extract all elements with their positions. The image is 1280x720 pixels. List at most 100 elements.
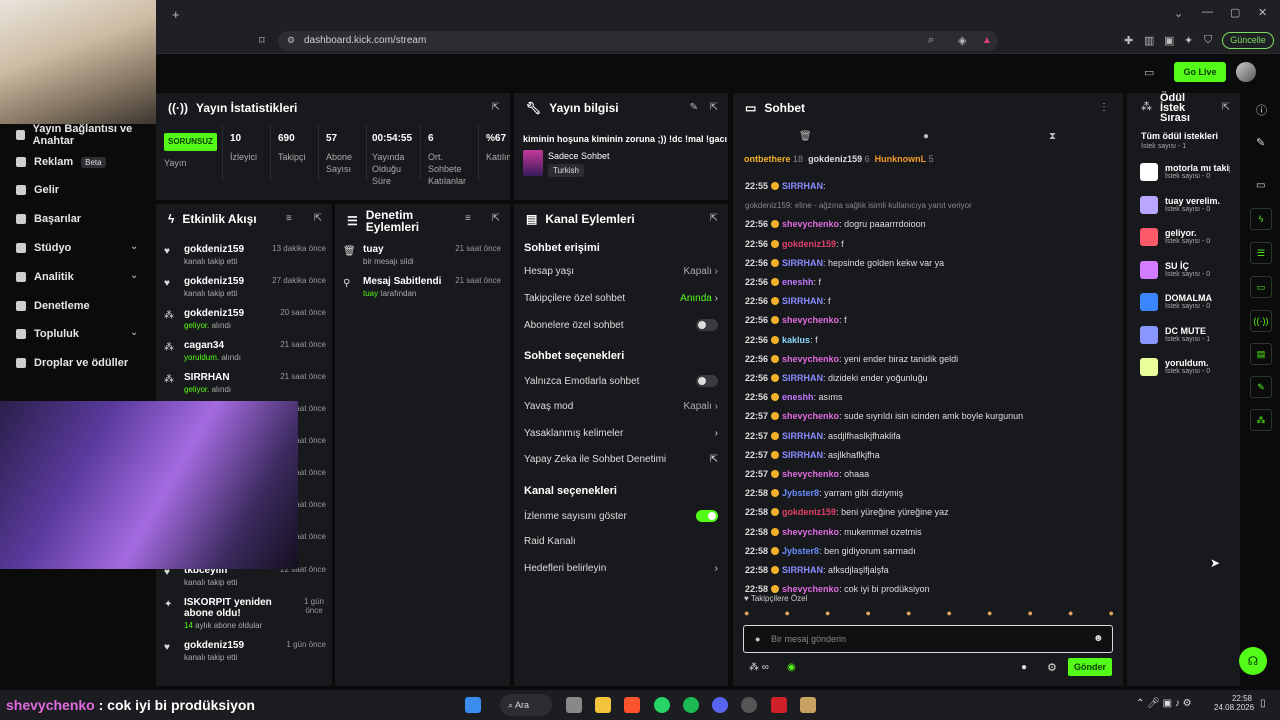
subs-chat-toggle[interactable] — [696, 319, 718, 331]
info-icon[interactable]: ⓘ — [1256, 102, 1267, 118]
url-text[interactable]: dashboard.kick.com/stream — [304, 35, 426, 46]
chat-username[interactable]: shevychenko — [782, 354, 839, 364]
emote-bar[interactable]: ● ● ● ● ● ● ● ● ● ● — [744, 608, 1114, 620]
popout-icon[interactable]: ⇱ — [492, 102, 500, 113]
extensions-icon[interactable]: ✚ — [1124, 34, 1133, 47]
reward-item[interactable]: yoruldum. İstek sayısı - 0 — [1140, 358, 1230, 376]
whatsapp-icon[interactable] — [654, 697, 670, 713]
popout-icon[interactable]: ⇱ — [710, 213, 718, 224]
sidebar-item-drops[interactable]: Droplar ve ödüller — [16, 354, 128, 372]
tab-list-icon[interactable]: ⌄ — [1174, 7, 1183, 20]
popout-icon[interactable]: ⇱ — [492, 213, 500, 224]
support-icon[interactable]: ☊ — [1239, 647, 1267, 675]
site-info-icon[interactable]: ⚙ — [287, 35, 295, 46]
discord-icon[interactable] — [712, 697, 728, 713]
filter-icon[interactable]: ≡ — [286, 213, 292, 224]
taskbar-search[interactable]: ⌕ Ara — [500, 694, 552, 716]
close-icon[interactable]: ✕ — [1258, 6, 1267, 19]
reward-item[interactable]: SU İÇ İstek sayısı - 0 — [1140, 260, 1230, 279]
chat-username[interactable]: shevychenko — [782, 469, 839, 479]
chat-username[interactable]: shevychenko — [782, 315, 839, 325]
leo-icon[interactable]: ✦ — [1184, 34, 1193, 47]
chat-username[interactable]: SIRRHAN — [782, 296, 823, 306]
slow-mode-row[interactable]: Yavaş mod Kapalı › — [524, 401, 718, 412]
chat-username[interactable]: SIRRHAN — [782, 181, 823, 191]
chat-icon[interactable]: ▭ — [1250, 276, 1272, 298]
raid-row[interactable]: Raid Kanalı — [524, 536, 718, 547]
reward-item[interactable]: DOMALMA İstek sayısı - 0 — [1140, 293, 1230, 311]
chat-username[interactable]: Jybster8 — [782, 546, 819, 556]
sidebar-item-moderation[interactable]: Denetleme — [16, 297, 90, 315]
studio-icon[interactable]: ▭ — [1256, 180, 1265, 191]
bookmark-icon[interactable]: ⌑ — [259, 34, 265, 47]
avatar[interactable] — [1236, 62, 1256, 82]
chat-username[interactable]: SIRRHAN — [782, 373, 823, 383]
update-button[interactable]: Güncelle — [1222, 32, 1274, 49]
kick-icon[interactable]: ◉ — [787, 662, 796, 673]
brave-rewards-icon[interactable]: ▲ — [982, 35, 992, 46]
edit-icon[interactable]: ✎ — [690, 102, 698, 113]
zoom-icon[interactable]: ⌕ — [928, 34, 934, 47]
sidebar-item-analytics[interactable]: Analitik — [16, 268, 74, 286]
reward-item[interactable]: geliyor. İstek sayısı - 0 — [1140, 228, 1230, 246]
flash-icon[interactable]: ϟ — [1250, 208, 1272, 230]
ai-moderation-row[interactable]: Yapay Zeka ile Sohbet Denetimi ⇱ — [524, 454, 718, 465]
chevron-down-icon[interactable]: ⌄ — [130, 270, 138, 281]
send-button[interactable]: Gönder — [1068, 658, 1112, 676]
chat-username[interactable]: SIRRHAN — [782, 450, 823, 460]
sidebar-item-stream-key[interactable]: Yayın Bağlantısı ve Anahtar — [16, 123, 156, 147]
chat-username[interactable]: eneshh — [782, 392, 814, 402]
chat-username[interactable]: shevychenko — [782, 527, 839, 537]
chat-username[interactable]: SIRRHAN — [782, 431, 823, 441]
obs-icon[interactable] — [741, 697, 757, 713]
chat-username[interactable]: SIRRHAN — [782, 565, 823, 575]
reward-icon[interactable]: ⁂ — [1250, 409, 1272, 431]
signal-icon[interactable]: ((·)) — [1250, 310, 1272, 332]
channel-icon[interactable]: ▤ — [1250, 343, 1272, 365]
chevron-down-icon[interactable]: ⌄ — [130, 327, 138, 338]
gear-icon[interactable]: ⚙ — [1047, 661, 1057, 674]
chat-username[interactable]: shevychenko — [782, 411, 839, 421]
category-name[interactable]: Sadece Sohbet — [548, 151, 610, 161]
chevron-down-icon[interactable]: ⌄ — [130, 241, 138, 252]
notification-icon[interactable]: ▯ — [1260, 698, 1266, 709]
maximize-icon[interactable]: ▢ — [1230, 6, 1240, 19]
studio-icon[interactable]: ▭ — [1144, 66, 1154, 79]
show-viewers-toggle[interactable] — [696, 510, 718, 522]
vpn-icon[interactable]: ⛉ — [1204, 34, 1212, 47]
popout-icon[interactable]: ⇱ — [710, 102, 718, 113]
more-icon[interactable]: ⋮ — [1099, 102, 1109, 113]
trash-icon[interactable]: 🗑︎ — [799, 131, 812, 142]
chat-settings-icon[interactable]: ● — [1021, 662, 1027, 673]
emote-only-toggle[interactable] — [696, 375, 718, 387]
sidebar-item-community[interactable]: Topluluk — [16, 325, 79, 343]
chat-username[interactable]: gokdeniz159 — [782, 239, 836, 249]
account-age-row[interactable]: Hesap yaşı Kapalı › — [524, 266, 718, 277]
followers-chat-row[interactable]: Takipçilere özel sohbet Anında › — [524, 293, 718, 304]
start-icon[interactable] — [465, 697, 481, 713]
chat-username[interactable]: shevychenko — [782, 584, 839, 594]
sidebar-item-studio[interactable]: Stüdyo — [16, 239, 71, 257]
banned-words-row[interactable]: Yasaklanmış kelimeler › — [524, 428, 718, 439]
app-icon[interactable] — [771, 697, 787, 713]
filter-icon[interactable]: ≡ — [465, 213, 471, 224]
brave-shield-icon[interactable]: ◈ — [958, 34, 966, 47]
chat-username[interactable]: gokdeniz159 — [782, 507, 836, 517]
file-explorer-icon[interactable] — [595, 697, 611, 713]
sidebar-item-revenue[interactable]: Gelir — [16, 181, 59, 199]
sidebar-item-achievements[interactable]: Başarılar — [16, 210, 81, 228]
go-live-button[interactable]: Go Live — [1174, 62, 1226, 82]
sidebar-icon[interactable]: ▥ — [1144, 34, 1154, 47]
wrench-icon[interactable]: ✎ — [1250, 376, 1272, 398]
spotify-icon[interactable] — [683, 697, 699, 713]
popout-icon[interactable]: ⇱ — [314, 213, 322, 224]
hourglass-icon[interactable]: ⧗ — [1049, 131, 1056, 142]
chat-username[interactable]: Jybster8 — [782, 488, 819, 498]
all-requests-title[interactable]: Tüm ödül istekleri — [1141, 131, 1218, 141]
popout-icon[interactable]: ⇱ — [1222, 102, 1230, 113]
chat-username[interactable]: SIRRHAN — [782, 258, 823, 268]
minimize-icon[interactable]: — — [1202, 6, 1213, 18]
app-icon[interactable] — [800, 697, 816, 713]
new-tab-button[interactable]: + — [172, 7, 180, 22]
tray-icons[interactable]: ⌃ 🎤︎ ▣ ♪ ⚙ — [1136, 698, 1192, 709]
